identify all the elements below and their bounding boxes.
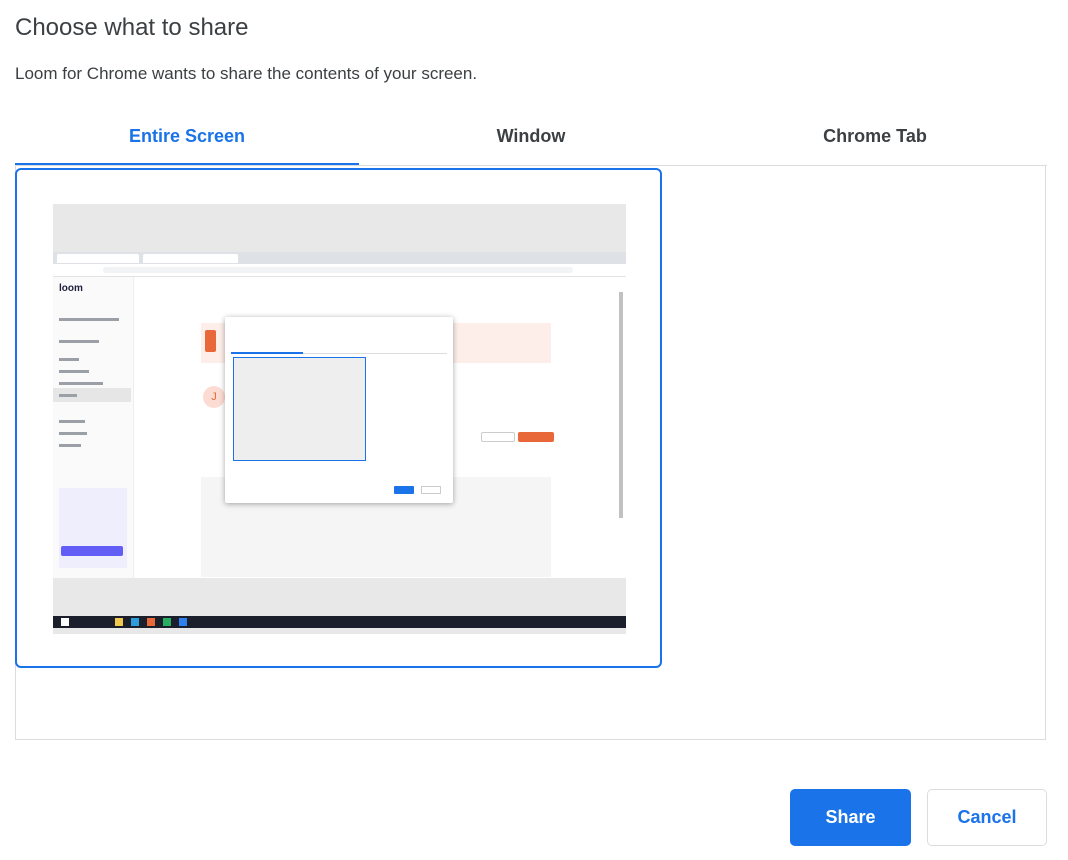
thumbnail-text-line	[59, 382, 103, 385]
thumbnail-text-line	[59, 432, 87, 435]
thumbnail-text-line	[59, 318, 119, 321]
screen-thumbnail: loom J	[53, 204, 626, 634]
thumbnail-taskbar-icon	[147, 618, 155, 626]
thumbnail-promo-button	[61, 546, 123, 556]
thumbnail-button	[518, 432, 554, 442]
thumbnail-text-line	[59, 370, 89, 373]
thumbnail-nested-tile	[233, 357, 366, 461]
thumbnail-taskbar-icon	[131, 618, 139, 626]
tab-window[interactable]: Window	[359, 118, 703, 166]
cancel-button[interactable]: Cancel	[927, 789, 1047, 846]
thumbnail-content: loom J	[53, 252, 626, 628]
thumbnail-taskbar-icon	[115, 618, 123, 626]
dialog-title: Choose what to share	[15, 14, 249, 41]
thumbnail-tab	[143, 254, 238, 263]
thumbnail-nested-cancel	[421, 486, 441, 494]
thumbnail-text-line	[59, 394, 77, 397]
thumbnail-start-icon	[61, 618, 69, 626]
thumbnail-nested-active-tab	[231, 352, 303, 354]
thumbnail-promo-card	[59, 488, 127, 568]
dialog-subtitle: Loom for Chrome wants to share the conte…	[15, 64, 478, 83]
thumbnail-text-line	[59, 420, 85, 423]
thumbnail-app-logo: loom	[59, 283, 83, 294]
thumbnail-text-line	[59, 340, 99, 343]
thumbnail-button	[481, 432, 515, 442]
thumbnail-scrollbar	[619, 292, 623, 518]
thumbnail-avatar: J	[203, 386, 225, 408]
tab-chrome-tab[interactable]: Chrome Tab	[703, 118, 1047, 166]
source-tabs: Entire Screen Window Chrome Tab	[15, 118, 1047, 166]
thumbnail-nested-share	[394, 486, 414, 494]
tab-entire-screen[interactable]: Entire Screen	[15, 118, 359, 166]
share-picker-dialog: Choose what to share Loom for Chrome wan…	[0, 0, 1068, 860]
thumbnail-text-line	[59, 444, 81, 447]
thumbnail-banner-icon	[205, 330, 216, 352]
thumbnail-taskbar-icon	[163, 618, 171, 626]
thumbnail-text-line	[59, 358, 79, 361]
thumbnail-taskbar-icon	[179, 618, 187, 626]
screen-source-tile[interactable]: loom J	[15, 168, 662, 668]
thumbnail-url-field	[103, 267, 573, 273]
share-button[interactable]: Share	[790, 789, 911, 846]
thumbnail-tab	[57, 254, 139, 263]
